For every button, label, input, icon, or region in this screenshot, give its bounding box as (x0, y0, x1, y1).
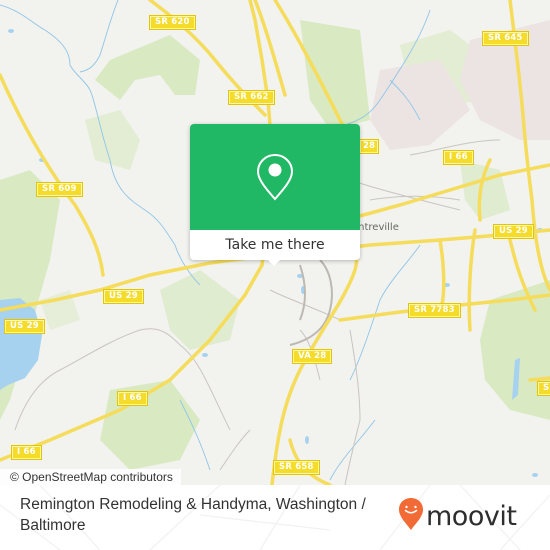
road-shield-sr662: SR 662 (228, 90, 275, 105)
road-shield-sr645: SR 645 (482, 31, 529, 46)
road-shield-va28: VA 28 (291, 349, 333, 364)
road-shield-sr7783: SR 7783 (408, 303, 461, 318)
road-shield-us29-east: US 29 (493, 224, 534, 239)
footer-bar: Remington Remodeling & Handyma, Washingt… (0, 485, 550, 550)
moovit-logo[interactable]: moovit (398, 497, 517, 532)
map-pin-icon (256, 153, 294, 201)
road-shield-sr609: SR 609 (36, 182, 83, 197)
road-shield-i66-west: I 66 (11, 445, 42, 460)
road-shield-partial-east: SR (536, 381, 550, 396)
ramps (289, 259, 333, 346)
place-title: Remington Remodeling & Handyma, Washingt… (20, 496, 366, 534)
location-popup: Take me there (190, 124, 360, 266)
moovit-wordmark: moovit (426, 501, 517, 532)
road-shield-us29-center: US 29 (103, 289, 144, 304)
popup-header (190, 124, 360, 230)
road-shield-sr620: SR 620 (149, 15, 196, 30)
map-attribution[interactable]: © OpenStreetMap contributors (0, 469, 181, 485)
road-shield-i66: I 66 (443, 150, 474, 165)
take-me-there-button[interactable]: Take me there (190, 230, 360, 260)
map-view[interactable]: SR 620 SR 645 SR 662 28 I 66 SR 609 US 2… (0, 0, 550, 485)
road-shield-i66-center: I 66 (117, 391, 148, 406)
road-shield-us29-west: US 29 (4, 319, 45, 334)
moovit-pin-icon (399, 498, 423, 530)
road-shield-sr658: SR 658 (273, 460, 320, 475)
road-shield-va28-partial: 28 (358, 139, 380, 154)
popup-pointer (266, 258, 282, 266)
